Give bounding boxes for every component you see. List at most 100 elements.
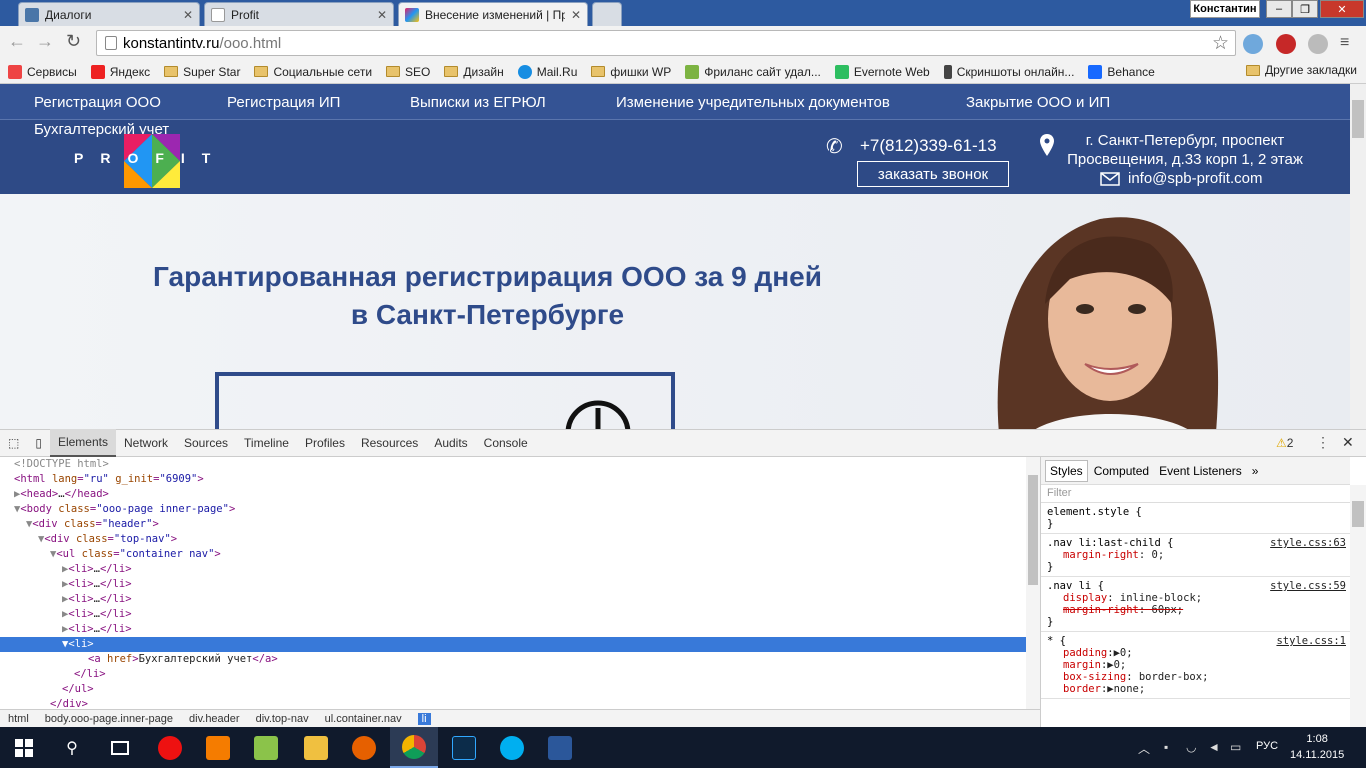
email-link[interactable]: info@spb-profit.com: [1128, 170, 1262, 187]
nav-link-ip[interactable]: Регистрация ИП: [227, 94, 340, 111]
close-icon[interactable]: ✕: [377, 8, 387, 22]
bookmark-behance[interactable]: Behance: [1088, 64, 1155, 79]
bookmark-yandex[interactable]: Яндекс: [90, 64, 150, 79]
bookmark-social[interactable]: Социальные сети: [254, 65, 372, 79]
nav-link-closing[interactable]: Закрытие ООО и ИП: [966, 94, 1110, 111]
device-mode-icon[interactable]: ▯: [27, 429, 50, 457]
crumb[interactable]: div.top-nav: [256, 713, 309, 725]
crumb[interactable]: div.header: [189, 713, 240, 725]
task-view-icon[interactable]: [96, 727, 144, 768]
tab-event-listeners[interactable]: Event Listeners: [1155, 461, 1246, 481]
reload-button[interactable]: ↻: [66, 31, 81, 52]
bookmark-star-icon[interactable]: ☆: [1212, 32, 1229, 55]
tab-styles[interactable]: Styles: [1045, 459, 1088, 482]
tree-node[interactable]: ▼<div class="top-nav">: [0, 532, 1026, 547]
tray-chevron-icon[interactable]: ︿: [1138, 740, 1150, 757]
tab-computed[interactable]: Computed: [1090, 461, 1153, 481]
tree-node[interactable]: <!DOCTYPE html>: [0, 457, 1026, 472]
tree-node[interactable]: </ul>: [0, 682, 1026, 697]
adblock-icon[interactable]: [1276, 34, 1296, 54]
tree-node[interactable]: ▶<li>…</li>: [0, 562, 1026, 577]
minimize-button[interactable]: –: [1266, 0, 1292, 18]
bookmark-screenshots[interactable]: Скриншоты онлайн...: [943, 64, 1074, 79]
explorer-icon[interactable]: [292, 727, 340, 768]
scroll-thumb[interactable]: [1352, 501, 1364, 527]
elements-tree[interactable]: <!DOCTYPE html> <html lang="ru" g_init="…: [0, 457, 1026, 709]
source-link[interactable]: style.css:1: [1276, 635, 1346, 647]
tree-node[interactable]: ▶<li>…</li>: [0, 592, 1026, 607]
menu-icon[interactable]: ≡: [1340, 34, 1349, 52]
bookmark-services[interactable]: Сервисы: [8, 64, 77, 79]
nav-link-changes[interactable]: Изменение учредительных документов: [616, 94, 890, 111]
bookmark-other[interactable]: Другие закладки: [1246, 63, 1357, 77]
tree-node[interactable]: <html lang="ru" g_init="6909">: [0, 472, 1026, 487]
language-indicator[interactable]: РУС: [1256, 740, 1278, 752]
crumb-selected[interactable]: li: [417, 712, 431, 725]
more-tabs-icon[interactable]: »: [1248, 461, 1263, 481]
nav-link-egrul[interactable]: Выписки из ЕГРЮЛ: [410, 94, 546, 111]
photoshop-icon[interactable]: [440, 727, 488, 768]
tab-audits[interactable]: Audits: [426, 429, 475, 457]
tree-node[interactable]: </div>: [0, 697, 1026, 709]
bookmark-superstar[interactable]: Super Star: [164, 65, 240, 79]
tab-changes[interactable]: Внесение изменений | Пр ✕: [398, 2, 588, 26]
chrome-icon[interactable]: [390, 727, 438, 768]
inspect-icon[interactable]: ⬚: [0, 429, 27, 457]
maximize-button[interactable]: ❐: [1292, 0, 1318, 18]
bookmark-seo[interactable]: SEO: [386, 65, 430, 79]
tray-app-icon[interactable]: ▪: [1164, 740, 1168, 754]
close-devtools-icon[interactable]: ✕: [1342, 434, 1354, 451]
volume-icon[interactable]: ◄: [1208, 740, 1220, 754]
xampp-icon[interactable]: [194, 727, 242, 768]
start-button[interactable]: [0, 727, 48, 768]
profile-button[interactable]: Константин: [1190, 0, 1260, 18]
tree-node[interactable]: ▶<li>…</li>: [0, 577, 1026, 592]
tab-profit[interactable]: Profit ✕: [204, 2, 394, 26]
style-rule[interactable]: .nav li {style.css:59 display: inline-blo…: [1041, 577, 1350, 632]
tree-node[interactable]: ▼<body class="ooo-page inner-page">: [0, 502, 1026, 517]
tab-timeline[interactable]: Timeline: [236, 429, 297, 457]
crumb[interactable]: body.ooo-page.inner-page: [45, 713, 173, 725]
logo-text[interactable]: PROFIT: [74, 150, 227, 166]
style-rule[interactable]: .nav li:last-child {style.css:63 margin-r…: [1041, 534, 1350, 577]
source-link[interactable]: style.css:59: [1270, 580, 1346, 592]
bookmark-design[interactable]: Дизайн: [444, 65, 504, 79]
clock[interactable]: 1:08 14.11.2015: [1290, 731, 1344, 763]
styles-scrollbar[interactable]: [1350, 485, 1366, 727]
tree-node[interactable]: ▶<li>…</li>: [0, 607, 1026, 622]
close-icon[interactable]: ✕: [571, 8, 581, 22]
callback-button[interactable]: заказать звонок: [857, 161, 1009, 187]
warnings-badge[interactable]: ⚠2: [1276, 436, 1293, 450]
new-tab-button[interactable]: [592, 2, 622, 26]
tab-network[interactable]: Network: [116, 429, 176, 457]
page-scrollbar[interactable]: [1350, 84, 1366, 429]
tab-profiles[interactable]: Profiles: [297, 429, 353, 457]
tab-console[interactable]: Console: [476, 429, 536, 457]
word-icon[interactable]: [536, 727, 584, 768]
firefox-icon[interactable]: [340, 727, 388, 768]
tab-resources[interactable]: Resources: [353, 429, 426, 457]
email-block[interactable]: info@spb-profit.com: [1100, 170, 1262, 187]
close-icon[interactable]: ✕: [183, 8, 193, 22]
style-rule[interactable]: element.style {}: [1041, 503, 1350, 534]
scroll-thumb[interactable]: [1028, 475, 1038, 585]
tab-dialogs[interactable]: Диалоги ✕: [18, 2, 200, 26]
tree-node[interactable]: ▶<head>…</head>: [0, 487, 1026, 502]
source-link[interactable]: style.css:63: [1270, 537, 1346, 549]
forward-button[interactable]: →: [36, 31, 54, 52]
close-window-button[interactable]: ✕: [1320, 0, 1364, 18]
back-button[interactable]: ←: [8, 31, 26, 52]
nav-link-ooo[interactable]: Регистрация ООО: [34, 94, 161, 111]
notepad-icon[interactable]: [242, 727, 290, 768]
tab-sources[interactable]: Sources: [176, 429, 236, 457]
more-icon[interactable]: ⋮: [1316, 434, 1330, 451]
network-icon[interactable]: ◡: [1186, 740, 1196, 754]
tree-node-selected[interactable]: ▼<li>: [0, 637, 1026, 652]
opera-icon[interactable]: [146, 727, 194, 768]
tree-node[interactable]: ▼<div class="header">: [0, 517, 1026, 532]
tree-node[interactable]: ▶<li>…</li>: [0, 622, 1026, 637]
bookmark-evernote[interactable]: Evernote Web: [834, 64, 930, 79]
notifications-icon[interactable]: ▭: [1230, 740, 1241, 754]
extension-icon[interactable]: [1243, 34, 1263, 54]
tree-node[interactable]: ▼<ul class="container nav">: [0, 547, 1026, 562]
